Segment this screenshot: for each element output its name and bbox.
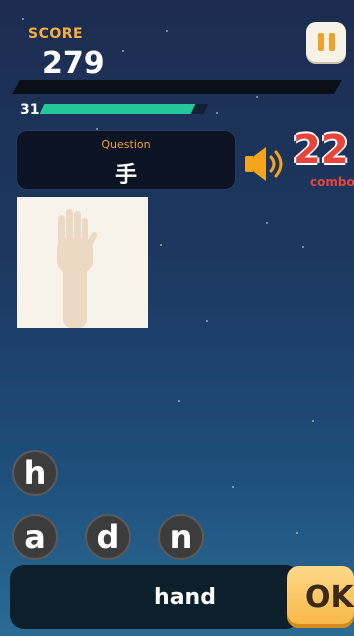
timer-bar xyxy=(39,104,209,114)
timer-bar-fill xyxy=(39,104,196,114)
question-label: Question xyxy=(101,138,151,151)
star xyxy=(266,222,268,224)
ok-button[interactable]: OK xyxy=(287,566,354,628)
star xyxy=(312,420,314,422)
combo-label: combo xyxy=(310,175,354,189)
answer-text: hand xyxy=(154,584,216,610)
combo-count: 22 xyxy=(293,127,349,173)
star xyxy=(122,50,124,52)
letter-tile-n[interactable]: n xyxy=(158,514,204,560)
letter-tile-d[interactable]: d xyxy=(85,514,131,560)
speaker-icon[interactable] xyxy=(244,144,288,184)
pause-icon xyxy=(328,33,335,51)
question-box: Question 手 xyxy=(17,131,235,189)
letter-tile-label: d xyxy=(96,518,120,556)
letter-tile-a[interactable]: a xyxy=(12,514,58,560)
star xyxy=(216,112,218,114)
letter-tile-label: h xyxy=(23,454,47,492)
hand-icon xyxy=(57,209,98,328)
answer-field[interactable]: hand xyxy=(10,565,300,629)
star xyxy=(166,30,168,32)
letter-tile-label: a xyxy=(24,518,46,556)
score-bar xyxy=(11,80,343,94)
star xyxy=(160,244,162,246)
pause-button[interactable] xyxy=(306,22,346,62)
star xyxy=(206,320,208,322)
score-value: 279 xyxy=(42,46,105,81)
star xyxy=(296,532,298,534)
question-text: 手 xyxy=(114,163,137,188)
star xyxy=(178,400,180,402)
letter-tile-label: n xyxy=(169,518,193,556)
star xyxy=(302,246,304,248)
star xyxy=(232,486,234,488)
star xyxy=(96,128,98,130)
letter-tile-h[interactable]: h xyxy=(12,450,58,496)
star xyxy=(256,96,258,98)
pause-icon xyxy=(317,33,324,51)
star xyxy=(22,18,24,20)
hand-image xyxy=(17,197,148,328)
ok-button-label: OK xyxy=(305,579,354,615)
score-label: SCORE xyxy=(28,26,84,42)
timer-seconds: 31 xyxy=(20,102,40,118)
